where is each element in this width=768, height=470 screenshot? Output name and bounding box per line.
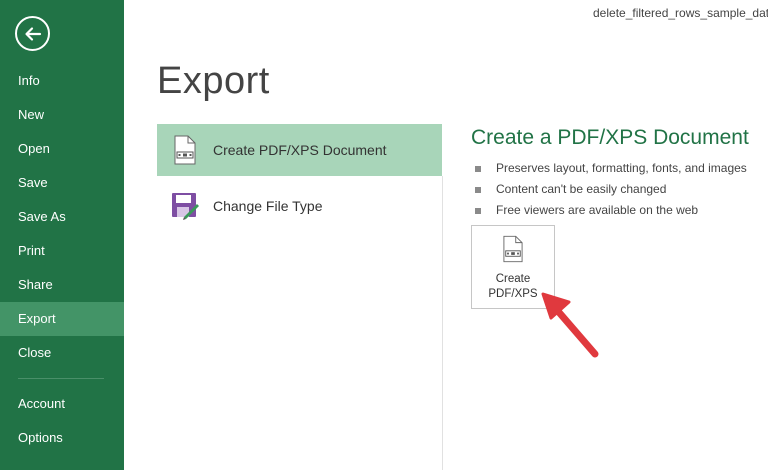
- nav-item-options[interactable]: Options: [0, 421, 124, 455]
- nav-item-account[interactable]: Account: [0, 387, 124, 421]
- nav-item-share[interactable]: Share: [0, 268, 124, 302]
- nav-item-save[interactable]: Save: [0, 166, 124, 200]
- back-arrow-icon: [24, 26, 41, 41]
- bullet-icon: [475, 165, 481, 172]
- detail-title: Create a PDF/XPS Document: [471, 126, 749, 149]
- bullet-icon: [475, 186, 481, 193]
- bullet-text: Preserves layout, formatting, fonts, and…: [496, 161, 747, 175]
- option-label: Create PDF/XPS Document: [213, 142, 387, 158]
- list-item: Content can't be easily changed: [471, 179, 761, 200]
- nav-item-save-as[interactable]: Save As: [0, 200, 124, 234]
- export-options-list: Create PDF/XPS Document Change File Type: [157, 124, 442, 232]
- nav-item-info[interactable]: Info: [0, 64, 124, 98]
- nav-divider: [18, 378, 104, 379]
- list-item: Free viewers are available on the web: [471, 200, 761, 221]
- bullet-text: Content can't be easily changed: [496, 182, 667, 196]
- detail-panel: Create a PDF/XPS Document Preserves layo…: [471, 126, 761, 221]
- backstage-nav: Info New Open Save Save As Print Share E…: [0, 64, 124, 455]
- feature-list: Preserves layout, formatting, fonts, and…: [471, 158, 761, 221]
- pdf-document-icon: [157, 135, 213, 165]
- nav-item-export[interactable]: Export: [0, 302, 124, 336]
- button-label-line1: Create: [495, 273, 531, 285]
- bullet-icon: [475, 207, 481, 214]
- nav-item-open[interactable]: Open: [0, 132, 124, 166]
- backstage-sidebar: Info New Open Save Save As Print Share E…: [0, 0, 124, 470]
- option-label: Change File Type: [213, 198, 323, 214]
- nav-item-new[interactable]: New: [0, 98, 124, 132]
- option-create-pdf-xps[interactable]: Create PDF/XPS Document: [157, 124, 442, 176]
- nav-item-print[interactable]: Print: [0, 234, 124, 268]
- change-file-type-icon: [157, 191, 213, 221]
- window-filename: delete_filtered_rows_sample_dat: [593, 6, 768, 20]
- red-arrow-icon: [541, 292, 599, 358]
- page-title: Export: [157, 60, 270, 102]
- back-button[interactable]: [15, 16, 50, 51]
- button-label-line2: PDF/XPS: [488, 288, 538, 300]
- panel-divider: [442, 176, 443, 470]
- option-change-file-type[interactable]: Change File Type: [157, 180, 442, 232]
- list-item: Preserves layout, formatting, fonts, and…: [471, 158, 761, 179]
- pdf-document-icon: [503, 235, 523, 268]
- button-label: Create PDF/XPS: [488, 272, 537, 302]
- bullet-text: Free viewers are available on the web: [496, 203, 699, 217]
- nav-item-close[interactable]: Close: [0, 336, 124, 370]
